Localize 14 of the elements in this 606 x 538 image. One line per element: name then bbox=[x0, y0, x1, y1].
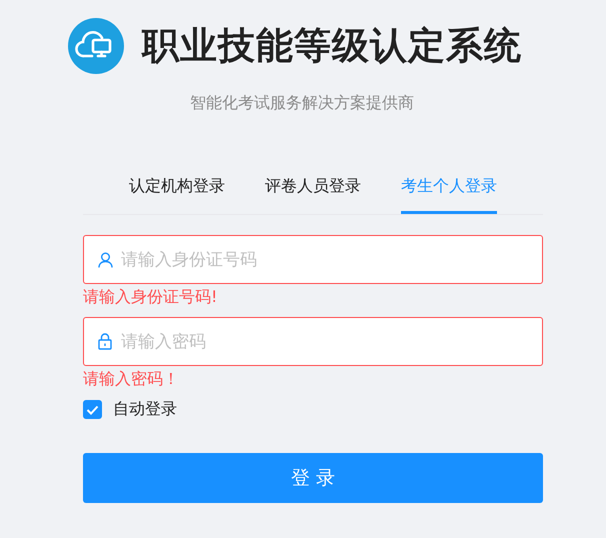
system-title: 职业技能等级认定系统 bbox=[142, 23, 522, 69]
lock-icon bbox=[98, 333, 112, 350]
subtitle: 智能化考试服务解决方案提供商 bbox=[190, 93, 415, 114]
user-icon bbox=[98, 252, 113, 268]
checkbox[interactable] bbox=[83, 400, 102, 419]
checkbox-label: 自动登录 bbox=[113, 399, 177, 420]
login-tab[interactable]: 认定机构登录 bbox=[129, 176, 225, 214]
logo-icon bbox=[68, 18, 124, 74]
login-tab[interactable]: 评卷人员登录 bbox=[265, 176, 361, 214]
input-field[interactable]: 请输入身份证号码 bbox=[83, 235, 543, 284]
error-message: 请输入密码！ bbox=[83, 369, 180, 390]
check-icon bbox=[86, 404, 99, 414]
input-field[interactable]: 请输入密码 bbox=[83, 317, 543, 366]
error-message: 请输入身份证号码! bbox=[83, 287, 218, 308]
